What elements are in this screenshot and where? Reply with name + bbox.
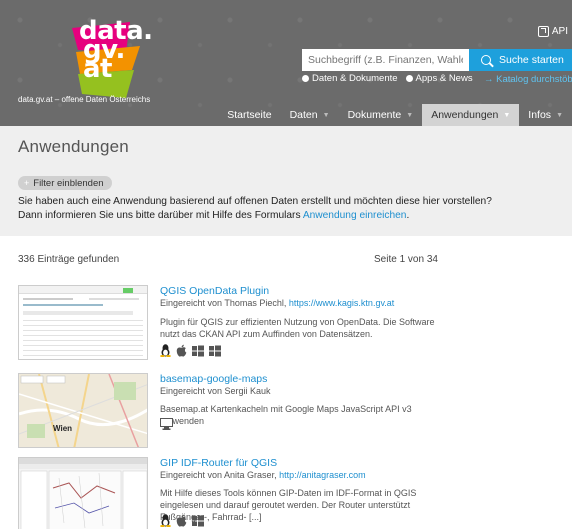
linux-icon: [160, 344, 171, 357]
chevron-down-icon: ▼: [556, 111, 563, 119]
nav-label: Dokumente: [347, 109, 402, 121]
qgis-window-thumbnail-graphic: [19, 458, 147, 529]
radio-indicator: [405, 75, 413, 82]
nav-item-anwendungen[interactable]: Anwendungen ▼: [422, 104, 520, 126]
entry-description: Basemap.at Kartenkacheln mit Google Maps…: [160, 404, 412, 426]
filter-toggle-button[interactable]: + Filter einblenden: [18, 176, 112, 190]
platform-icons: [160, 514, 204, 527]
radio-apps-news[interactable]: Apps & News: [405, 73, 473, 84]
entry-title-link[interactable]: basemap-google-maps: [160, 373, 267, 385]
intro-text: Sie haben auch eine Anwendung basierend …: [18, 195, 563, 223]
catalog-link[interactable]: → Katalog durchstöbern: [484, 74, 572, 85]
page-indicator: Seite 1 von 34: [374, 254, 438, 265]
windows-icon: [192, 515, 204, 527]
logo-text[interactable]: data. gv. at: [79, 18, 153, 82]
radio-label: Apps & News: [415, 73, 473, 84]
radio-indicator: [302, 75, 309, 82]
entry-author: Eingereicht von Sergii Kauk: [160, 386, 271, 396]
author-website-link[interactable]: https://www.kagis.ktn.gv.at: [289, 298, 394, 308]
chevron-down-icon: ▼: [503, 111, 511, 119]
author-website-link[interactable]: http://anitagraser.com: [279, 470, 366, 480]
platform-icons: [160, 418, 173, 430]
search-button[interactable]: Suche starten: [469, 49, 572, 71]
entry-author: Eingereicht von Anita Graser, http://ani…: [160, 470, 366, 480]
apple-icon: [176, 344, 187, 357]
intro-line-2-prefix: Dann informieren Sie uns bitte darüber m…: [18, 210, 303, 221]
nav-label: Daten: [289, 109, 318, 121]
search-button-label: Suche starten: [499, 54, 564, 66]
app-screenshot-thumbnail[interactable]: [18, 285, 148, 360]
entry-description: Plugin für QGIS zur effizienten Nutzung …: [160, 317, 435, 339]
linux-icon: [160, 514, 171, 527]
page-title: Anwendungen: [18, 137, 129, 156]
api-label: API: [551, 26, 568, 37]
plus-icon: +: [24, 178, 30, 188]
submit-application-link[interactable]: Anwendung einreichen: [303, 210, 407, 221]
radio-label: Daten & Dokumente: [312, 73, 398, 84]
author-text: Eingereicht von Thomas Piechl,: [160, 298, 289, 308]
main-nav: Startseite Daten ▼ Dokumente ▼ Anwendung…: [218, 104, 572, 126]
nav-item-startseite[interactable]: Startseite: [218, 104, 280, 126]
list-item: QGIS OpenData Plugin Eingereicht von Tho…: [18, 285, 558, 365]
map-thumbnail-graphic: [19, 374, 147, 447]
nav-label: Infos: [528, 109, 552, 121]
nav-item-infos[interactable]: Infos ▼: [519, 104, 572, 126]
result-count: 336 Einträge gefunden: [18, 254, 120, 265]
search-scope-radios: Daten & Dokumente Apps & News: [302, 73, 473, 84]
intro-line-2-suffix: .: [406, 210, 410, 221]
external-link-icon: [537, 26, 549, 37]
nav-item-daten[interactable]: Daten ▼: [281, 104, 339, 126]
list-item: GIP IDF-Router für QGIS Eingereicht von …: [18, 457, 558, 529]
nav-label: Anwendungen: [431, 109, 499, 121]
entry-author: Eingereicht von Thomas Piechl, https://w…: [160, 298, 394, 308]
chevron-down-icon: ▼: [322, 111, 330, 119]
entry-title-link[interactable]: QGIS OpenData Plugin: [160, 285, 269, 297]
list-item: Wien basemap-google-maps Eingereicht von…: [18, 373, 558, 449]
radio-daten-dokumente[interactable]: Daten & Dokumente: [302, 73, 398, 84]
app-screenshot-thumbnail[interactable]: [18, 457, 148, 529]
platform-icons: [160, 344, 221, 357]
map-city-label: Wien: [53, 424, 73, 433]
filter-button-label: Filter einblenden: [33, 177, 104, 189]
tagline: data.gv.at – offene Daten Österreichs: [18, 95, 151, 104]
author-text: Eingereicht von Anita Graser,: [160, 470, 280, 480]
entry-title-link[interactable]: GIP IDF-Router für QGIS: [160, 457, 277, 469]
site-header: data. gv. at data.gv.at – offene Daten Ö…: [0, 0, 572, 126]
search-icon: [481, 55, 491, 65]
nav-label: Startseite: [227, 109, 272, 121]
intro-line-1: Sie haben auch eine Anwendung basierend …: [18, 196, 492, 207]
windows-icon: [209, 345, 221, 357]
app-screenshot-thumbnail[interactable]: Wien: [18, 373, 148, 448]
nav-item-dokumente[interactable]: Dokumente ▼: [339, 104, 423, 126]
apple-icon: [176, 514, 187, 527]
api-link[interactable]: API: [537, 26, 568, 37]
chevron-down-icon: ▼: [406, 111, 414, 119]
windows-icon: [192, 345, 204, 357]
search-input[interactable]: [302, 49, 469, 71]
author-text: Eingereicht von Sergii Kauk: [160, 386, 271, 396]
desktop-icon: [160, 418, 173, 430]
intro-line-2: Dann informieren Sie uns bitte darüber m…: [18, 209, 563, 223]
